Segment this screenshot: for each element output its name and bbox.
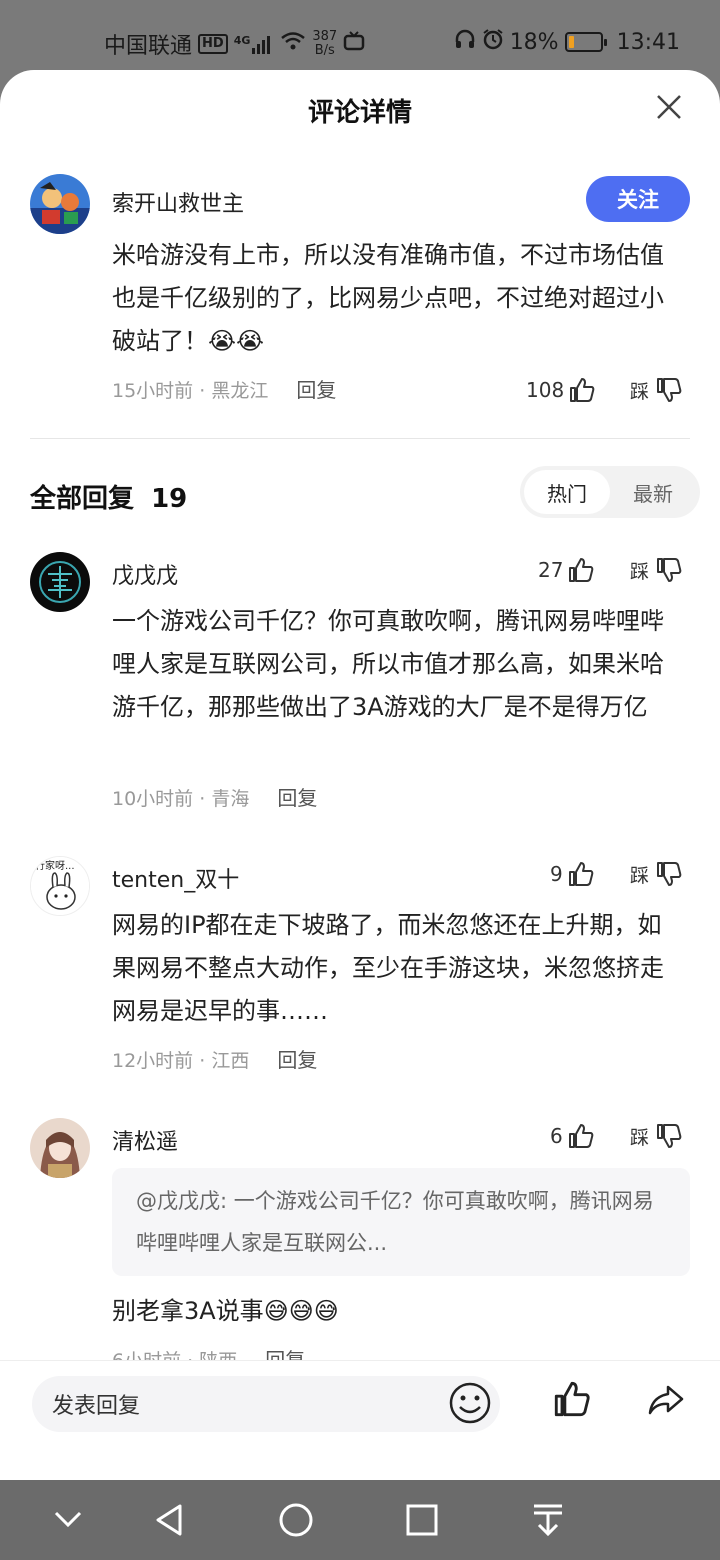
nav-download-button[interactable]	[528, 1500, 568, 1544]
avatar[interactable]	[30, 174, 90, 234]
comment-time: 15小时前	[112, 380, 194, 402]
replies-header: 全部回复 19	[30, 484, 188, 514]
reply-location: 青海	[211, 788, 250, 810]
thumbs-up-icon	[568, 1124, 594, 1148]
quoted-reply[interactable]: @戊戊戊: 一个游戏公司千亿？你可真敢吹啊，腾讯网易哔哩哔哩人家是互联网公...	[112, 1168, 690, 1276]
reply-button[interactable]: 回复	[277, 1048, 317, 1072]
nav-home-button[interactable]	[276, 1500, 316, 1544]
chevron-down-icon	[54, 1511, 82, 1528]
status-bar: 中国联通 HD 4G 387 B/s 18% 13:41	[0, 0, 720, 72]
like-count: 27	[538, 558, 564, 582]
thumbs-up-icon	[569, 558, 594, 582]
comment-text: 米哈游没有上市，所以没有准确市值，不过市场估值也是千亿级别的了，比网易少点吧，不…	[112, 241, 664, 355]
comment-location: 黑龙江	[211, 380, 269, 402]
net-speed: 387 B/s	[312, 29, 338, 58]
avatar[interactable]	[30, 1118, 90, 1178]
comment-meta: 15小时前 · 黑龙江 回复	[112, 378, 337, 402]
reply-time: 12小时前	[112, 1050, 194, 1072]
dislike-button[interactable]: 踩	[630, 556, 683, 584]
reply-meta: 10小时前 · 青海 回复	[112, 786, 318, 810]
share-button[interactable]	[646, 1379, 686, 1423]
nav-back-button[interactable]	[150, 1500, 190, 1544]
thumbs-up-icon	[568, 862, 594, 886]
sweat-emoji: 😅😅😅	[263, 1297, 339, 1325]
home-circle-icon	[279, 1503, 313, 1537]
dislike-button[interactable]: 踩	[630, 860, 683, 888]
reply-input-bar: 发表回复	[0, 1360, 720, 1480]
reply-meta: 12小时前 · 江西 回复	[112, 1048, 318, 1072]
close-button[interactable]	[654, 92, 684, 122]
emoji-button[interactable]	[448, 1381, 492, 1429]
like-count: 108	[526, 378, 565, 402]
thumbs-down-icon	[657, 1124, 682, 1148]
tv-icon	[343, 31, 365, 57]
like-button[interactable]: 9	[550, 860, 595, 888]
nav-recents-button[interactable]	[402, 1500, 442, 1544]
comment-author[interactable]: 索开山救世主	[112, 186, 244, 218]
thumbs-down-icon	[657, 558, 682, 582]
thumbs-up-icon	[570, 378, 595, 402]
avatar[interactable]: 行家呀...	[30, 856, 90, 916]
signal-icon: 4G	[234, 34, 275, 54]
hd-badge: HD	[198, 34, 228, 54]
sort-toggle: 热门 最新	[520, 466, 700, 518]
dislike-button[interactable]: 踩	[630, 376, 683, 404]
battery-icon	[564, 32, 607, 52]
avatar-caption: 行家呀...	[35, 859, 75, 872]
reply-location: 江西	[211, 1050, 250, 1072]
download-arrow-icon	[534, 1504, 562, 1537]
tab-latest[interactable]: 最新	[610, 470, 696, 514]
reply-author[interactable]: tenten_双十	[112, 862, 239, 894]
smiley-icon	[449, 1382, 491, 1424]
reply-text: 别老拿3A说事😅😅😅	[112, 1297, 339, 1325]
thumbs-down-icon	[657, 378, 682, 402]
alarm-icon	[482, 28, 504, 56]
thumbs-up-icon	[554, 1381, 590, 1417]
dislike-label: 踩	[630, 380, 650, 403]
nav-collapse-button[interactable]	[50, 1500, 86, 1540]
reply-author[interactable]: 戊戊戊	[112, 558, 178, 590]
follow-button[interactable]: 关注	[586, 176, 690, 222]
tab-hot[interactable]: 热门	[524, 470, 610, 514]
dislike-label: 踩	[630, 864, 650, 887]
reply-text: 一个游戏公司千亿？你可真敢吹啊，腾讯网易哔哩哔哩人家是互联网公司，所以市值才那么…	[112, 607, 664, 721]
reply-input[interactable]: 发表回复	[32, 1376, 500, 1432]
crying-emoji: 😭😭	[208, 327, 265, 355]
battery-percent: 18%	[509, 29, 559, 55]
like-count: 9	[550, 862, 563, 886]
dislike-label: 踩	[630, 560, 650, 583]
comment-detail-sheet: 评论详情 索开山救世主 关注 米哈游没有上市，所以没有准确市值，不过市场估值也是…	[0, 70, 720, 1480]
replies-count: 19	[151, 484, 188, 514]
like-bar-button[interactable]	[552, 1379, 592, 1423]
carrier-label: 中国联通	[104, 34, 193, 59]
reply-button[interactable]: 回复	[296, 378, 336, 402]
recents-square-icon	[406, 1504, 438, 1536]
reply-time: 10小时前	[112, 788, 194, 810]
like-button[interactable]: 27	[538, 556, 595, 584]
close-icon	[657, 95, 681, 119]
sheet-title: 评论详情	[307, 98, 412, 128]
divider	[30, 438, 690, 439]
reply-button[interactable]: 回复	[277, 786, 317, 810]
system-nav-bar	[0, 1480, 720, 1560]
headphones-icon	[454, 28, 476, 56]
dislike-button[interactable]: 踩	[630, 1122, 683, 1150]
like-button[interactable]: 6	[550, 1122, 595, 1150]
like-count: 6	[550, 1124, 563, 1148]
reply-text: 网易的IP都在走下坡路了，而米忽悠还在上升期，如果网易不整点大动作，至少在手游这…	[112, 911, 664, 1025]
wifi-icon	[280, 31, 306, 57]
like-button[interactable]: 108	[526, 376, 596, 404]
dislike-label: 踩	[630, 1126, 650, 1149]
avatar[interactable]	[30, 552, 90, 612]
clock: 13:41	[616, 29, 680, 55]
thumbs-down-icon	[657, 862, 682, 886]
back-triangle-icon	[156, 1504, 182, 1536]
share-icon	[648, 1385, 684, 1415]
reply-author[interactable]: 清松遥	[112, 1124, 178, 1156]
